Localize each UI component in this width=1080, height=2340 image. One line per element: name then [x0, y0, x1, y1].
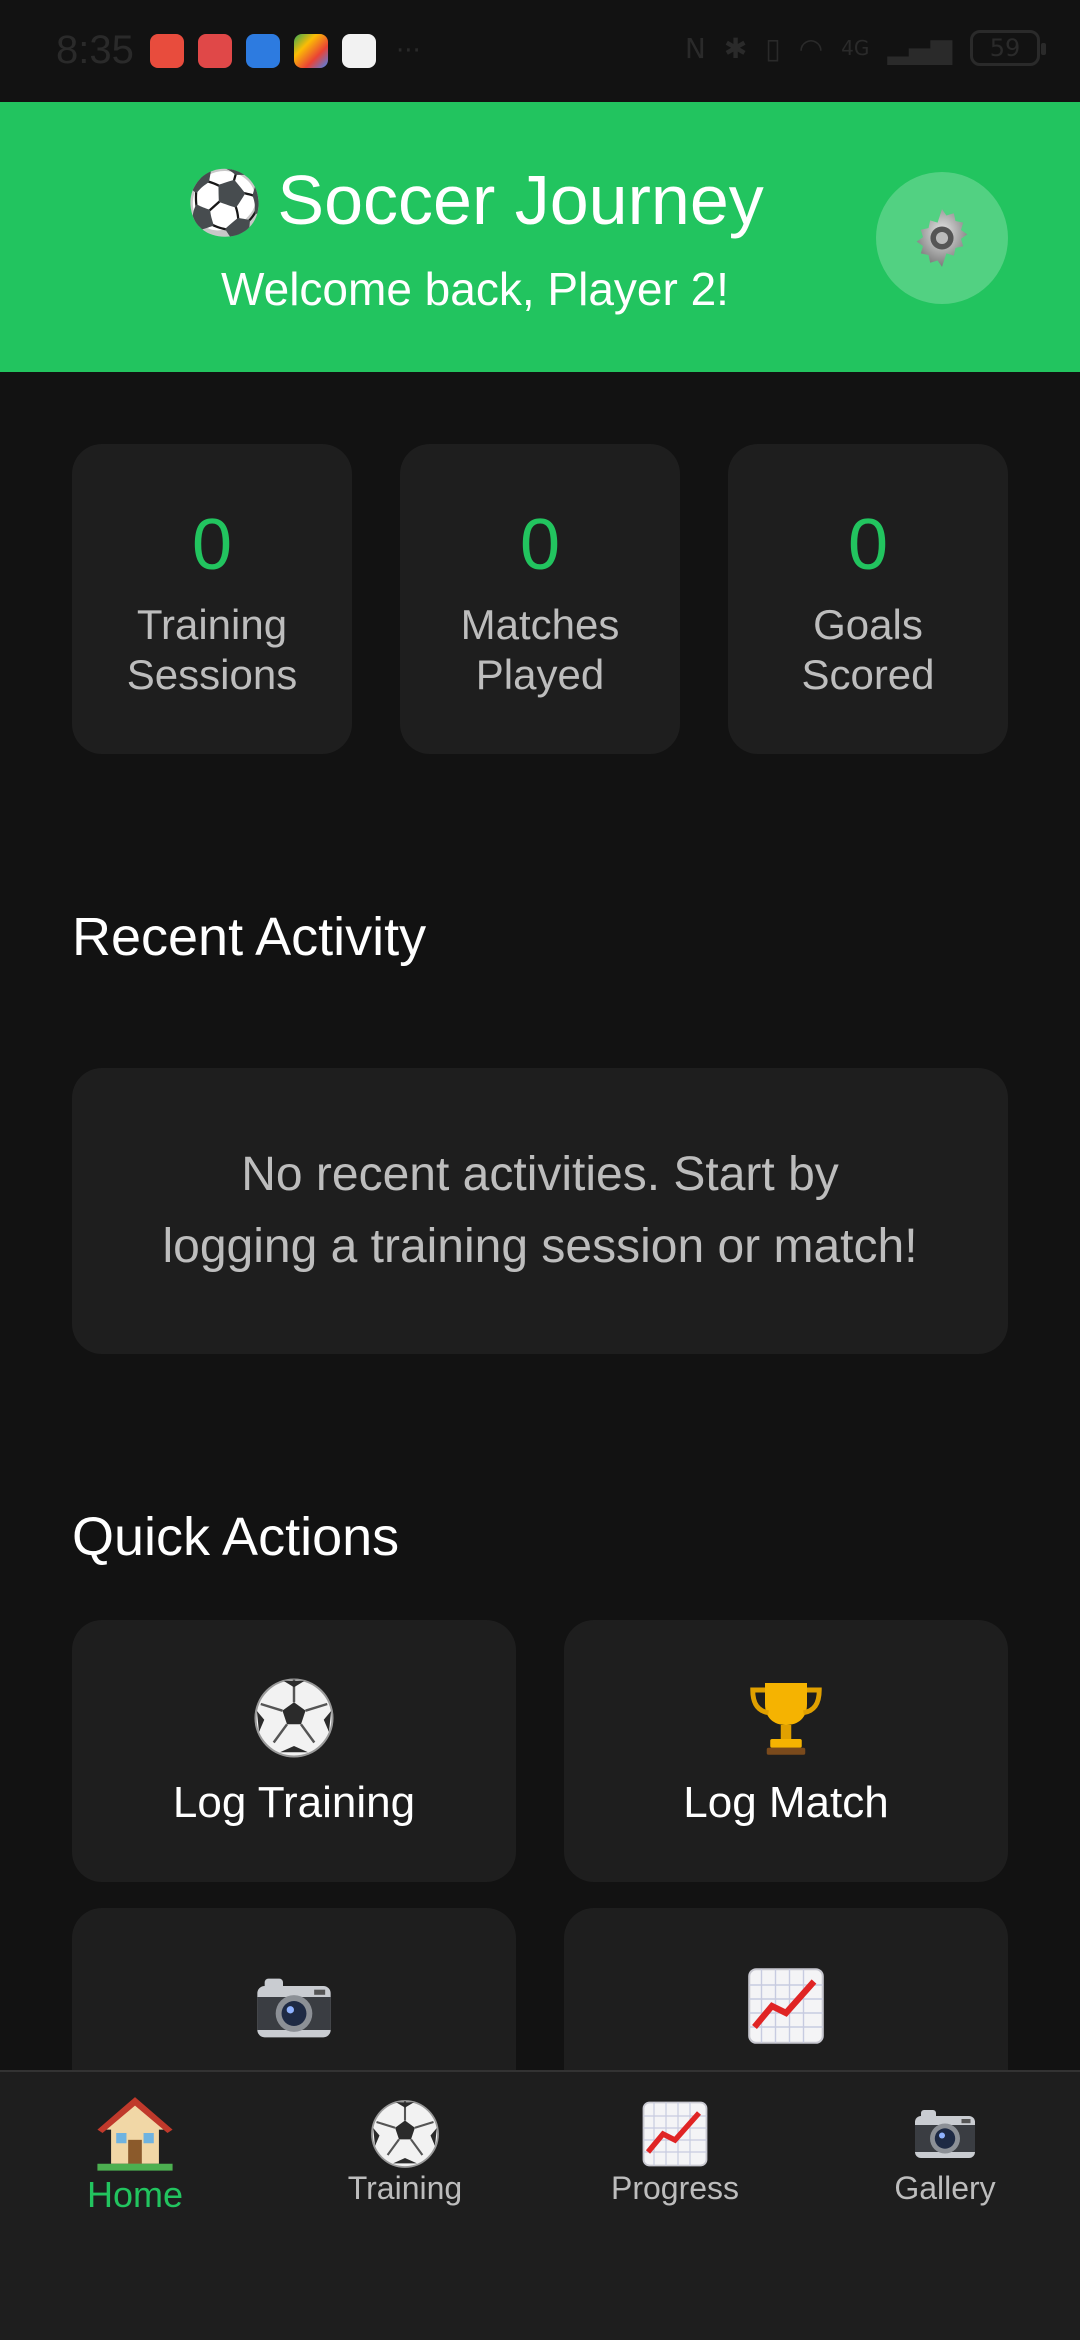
quick-actions-title: Quick Actions — [72, 1507, 400, 1567]
soccer-ball-icon — [254, 1678, 334, 1758]
stat-label-line: Scored — [801, 651, 935, 698]
vibrate-icon: ▯ — [765, 31, 781, 65]
battery-icon: 59 — [970, 30, 1046, 66]
stat-label-line: Goals — [813, 601, 923, 648]
camera-icon — [257, 1978, 331, 2038]
mail-icon — [342, 34, 376, 68]
stat-label-line: Sessions — [126, 651, 298, 698]
notification-icons: ··· — [150, 34, 421, 68]
more-notifications-icon: ··· — [396, 36, 421, 66]
stat-label-line: Training — [136, 601, 288, 648]
play-store-icon — [294, 34, 328, 68]
recent-activity-empty-card: No recent activities. Start by logging a… — [72, 1068, 1008, 1354]
empty-text-line: No recent activities. Start by — [241, 1148, 839, 1201]
stat-card-training: 0 Training Sessions — [72, 444, 352, 754]
soccer-ball-icon — [371, 2100, 439, 2168]
log-match-button[interactable]: Log Match — [564, 1620, 1008, 1882]
network-type: 4G — [841, 36, 870, 60]
chart-icon — [642, 2101, 708, 2167]
nav-item-training[interactable]: Training — [270, 2072, 540, 2340]
welcome-message: Welcome back, Player 2! — [221, 263, 729, 315]
empty-state-text: No recent activities. Start by logging a… — [162, 1139, 917, 1283]
nav-item-gallery[interactable]: Gallery — [810, 2072, 1080, 2340]
stat-card-goals: 0 Goals Scored — [728, 444, 1008, 754]
settings-button[interactable] — [876, 172, 1008, 304]
stat-label: Training Sessions — [72, 600, 352, 700]
stat-label-line: Played — [475, 651, 605, 698]
chart-icon — [748, 1968, 824, 2044]
nav-item-progress[interactable]: Progress — [540, 2072, 810, 2340]
bluetooth-icon: ✱ — [723, 31, 748, 65]
book-icon — [198, 34, 232, 68]
soccer-ball-icon: ⚽ — [186, 169, 264, 238]
nfc-icon: N — [684, 31, 706, 65]
nav-label: Training — [347, 2170, 463, 2206]
app-title-text: Soccer Journey — [277, 161, 764, 239]
nav-label: Home — [86, 2174, 184, 2215]
signal-icon: ▂▄▆ — [887, 31, 952, 65]
log-training-button[interactable]: Log Training — [72, 1620, 516, 1882]
missed-call-icon — [150, 34, 184, 68]
stat-label-line: Matches — [460, 601, 620, 648]
stat-label: Matches Played — [400, 600, 680, 700]
wifi-icon: ◠ — [798, 31, 824, 65]
system-icons: N ✱ ▯ ◠ 4G ▂▄▆ 59 — [684, 30, 1046, 66]
trophy-icon — [750, 1683, 822, 1755]
status-bar: 8:35 ··· N ✱ ▯ ◠ 4G ▂▄▆ 59 — [0, 0, 1080, 102]
house-icon — [97, 2097, 173, 2171]
recent-activity-title: Recent Activity — [72, 907, 427, 967]
nav-label: Progress — [610, 2170, 740, 2206]
stat-label: Goals Scored — [728, 600, 1008, 700]
action-label: Log Training — [172, 1778, 416, 1827]
action-label: Log Match — [683, 1778, 889, 1827]
stat-value: 0 — [519, 505, 561, 585]
bottom-navigation: Home Training Progress Gallery — [0, 2070, 1080, 2340]
stat-value: 0 — [847, 505, 889, 585]
shield-icon — [246, 34, 280, 68]
stats-row: 0 Training Sessions 0 Matches Played 0 G… — [72, 444, 1008, 754]
stat-value: 0 — [191, 505, 233, 585]
page-title: ⚽ Soccer Journey — [0, 160, 950, 240]
nav-item-home[interactable]: Home — [0, 2072, 270, 2340]
camera-icon — [915, 2110, 975, 2158]
gear-icon — [916, 209, 968, 267]
stat-card-matches: 0 Matches Played — [400, 444, 680, 754]
status-time: 8:35 — [56, 28, 134, 72]
nav-label: Gallery — [894, 2170, 996, 2206]
app-header: ⚽ Soccer Journey Welcome back, Player 2! — [0, 102, 1080, 372]
empty-text-line: logging a training session or match! — [162, 1220, 918, 1273]
